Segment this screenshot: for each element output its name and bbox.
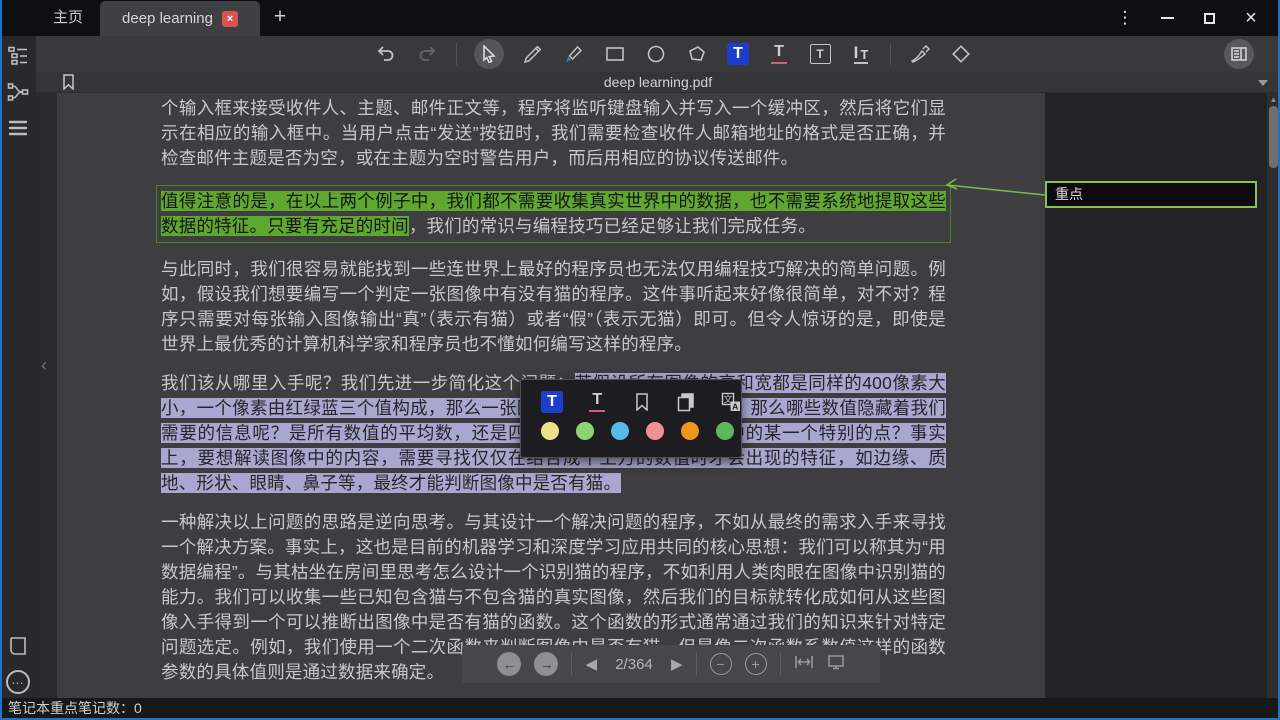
t-glyph: T (774, 44, 784, 60)
insert-text-icon: IT (854, 44, 869, 64)
color-dot-yellow[interactable] (541, 422, 559, 440)
bookmark-button[interactable] (632, 391, 653, 413)
text-box-icon: T (810, 44, 831, 64)
underline-text-icon: T (771, 44, 787, 64)
maximize-button[interactable] (1188, 0, 1230, 36)
new-tab-button[interactable]: + (264, 0, 296, 36)
color-dot-light-green[interactable] (576, 422, 594, 440)
left-sidebar: … (0, 36, 36, 698)
paragraph: 个输入框来接受收件人、主题、邮件正文等，程序将监听键盘输入并写入一个缓冲区，然后… (161, 96, 946, 171)
document-area: 个输入框来接受收件人、主题、邮件正文等，程序将监听键盘输入并写入一个缓冲区，然后… (36, 93, 1280, 698)
polygon-tool[interactable] (685, 42, 709, 66)
tab-deep-learning[interactable]: deep learning × (100, 1, 260, 36)
annotation-popup: T T 文A (520, 379, 742, 458)
color-dot-blue[interactable] (611, 422, 629, 440)
scrollbar-thumb[interactable] (1269, 106, 1278, 168)
t-glyph: T (592, 392, 602, 408)
undo-button[interactable] (374, 42, 398, 66)
page-navigation-bar: ← → ◀ 2/364 ▶ − + (462, 645, 880, 683)
zoom-out-button[interactable]: − (710, 653, 732, 675)
highlighter-tool[interactable] (562, 42, 586, 66)
window-controls: ⋮ × (1104, 0, 1272, 36)
text-segment: 个输入框来接受收件人、主题、邮件正文等，程序将监听键盘输入并写入一个缓冲区，然后… (161, 98, 946, 168)
toolbar-divider (456, 43, 457, 65)
document-title: deep learning.pdf (604, 74, 712, 90)
status-bar: 笔记本重点笔记数：0 (0, 698, 1280, 720)
collapse-panel-icon[interactable]: ‹ (41, 355, 47, 376)
toolbar-divider (890, 43, 891, 65)
color-dot-green[interactable] (716, 422, 734, 440)
menu-icon[interactable]: ⋮ (1104, 0, 1146, 36)
underline-text-icon: T (589, 392, 605, 412)
zoom-in-button[interactable]: + (745, 653, 767, 675)
page-indicator[interactable]: 2/364 (610, 656, 658, 673)
history-forward-button[interactable]: → (534, 652, 558, 676)
highlight-text-button[interactable]: T (541, 391, 563, 413)
highlight-text-icon: T (727, 43, 749, 65)
t-glyph: T (733, 46, 743, 62)
history-back-button[interactable]: ← (497, 652, 521, 676)
tool-group: T T T IT (36, 36, 973, 72)
outline-icon[interactable] (6, 44, 30, 68)
note-count-text: 笔记本重点笔记数：0 (8, 700, 142, 716)
underline-text-tool[interactable]: T (767, 42, 791, 66)
copy-button[interactable] (676, 391, 697, 413)
insert-text-tool[interactable]: IT (849, 42, 873, 66)
nav-divider (571, 652, 572, 676)
eraser-tool[interactable] (949, 42, 973, 66)
tab-home[interactable]: 主页 (36, 0, 100, 36)
previous-page-button[interactable]: ◀ (585, 655, 597, 673)
maximize-icon (1204, 13, 1215, 24)
tab-close-icon[interactable]: × (222, 11, 238, 27)
annotation-toolbar: T T T IT (36, 36, 1280, 72)
notebook-icon[interactable] (6, 634, 30, 658)
next-page-button[interactable]: ▶ (671, 655, 683, 673)
mindmap-icon[interactable] (6, 80, 30, 104)
app-window: 主页 deep learning × + ⋮ × (0, 0, 1280, 720)
paragraph: 与此同时，我们很容易就能找到一些连世界上最好的程序员也无法仅用编程技巧解决的简单… (161, 257, 946, 357)
title-dropdown-icon[interactable] (1258, 80, 1268, 86)
margin-note[interactable]: 重点 (1045, 181, 1257, 208)
t-glyph: T (547, 394, 557, 410)
t-glyph: T (860, 48, 868, 61)
pen-tool[interactable] (908, 42, 932, 66)
toggle-panel-button[interactable] (1224, 39, 1254, 69)
close-button[interactable]: × (1230, 0, 1272, 36)
underline-text-button[interactable]: T (587, 391, 608, 413)
popup-color-row (521, 414, 741, 440)
color-dot-pink[interactable] (646, 422, 664, 440)
highlight-text-icon: T (541, 391, 563, 413)
more-options-icon[interactable]: … (6, 670, 30, 694)
window-frame-left (0, 0, 2, 720)
minimize-button[interactable] (1146, 0, 1188, 36)
notes-list-icon[interactable] (6, 116, 30, 140)
bookmark-icon[interactable] (62, 74, 75, 95)
nav-divider (696, 652, 697, 676)
document-title-bar: deep learning.pdf (36, 72, 1280, 93)
fit-page-button[interactable] (827, 654, 845, 675)
color-dot-orange[interactable] (681, 422, 699, 440)
redo-button[interactable] (415, 42, 439, 66)
nav-divider (780, 652, 781, 676)
select-tool[interactable] (474, 39, 504, 69)
rectangle-tool[interactable] (603, 42, 627, 66)
popup-tool-row: T T 文A (521, 380, 741, 414)
ellipse-tool[interactable] (644, 42, 668, 66)
text-segment: 我们该从哪里入手呢？我们先进一步简化这个问题： (161, 373, 575, 393)
annotated-paragraph: 值得注意的是，在以上两个例子中，我们都不需要收集真实世界中的数据，也不需要系统地… (156, 185, 951, 243)
minimize-icon (1161, 17, 1174, 19)
text-box-tool[interactable]: T (808, 42, 832, 66)
fit-width-button[interactable] (794, 654, 814, 675)
t-glyph: T (816, 48, 823, 60)
highlight-text-tool[interactable]: T (726, 42, 750, 66)
tab-label: deep learning (122, 10, 213, 27)
scroll-up-icon[interactable]: ▲ (1269, 95, 1278, 104)
translate-button[interactable]: 文A (721, 391, 742, 413)
text-segment: 与此同时，我们很容易就能找到一些连世界上最好的程序员也无法仅用编程技巧解决的简单… (161, 259, 946, 354)
text-segment: ，我们的常识与编程技巧已经足够让我们完成任务。 (409, 216, 816, 236)
svg-text:A: A (732, 401, 738, 411)
tab-bar: 主页 deep learning × + ⋮ × (0, 0, 1280, 36)
page-gutter (36, 93, 57, 698)
pencil-tool[interactable] (521, 42, 545, 66)
